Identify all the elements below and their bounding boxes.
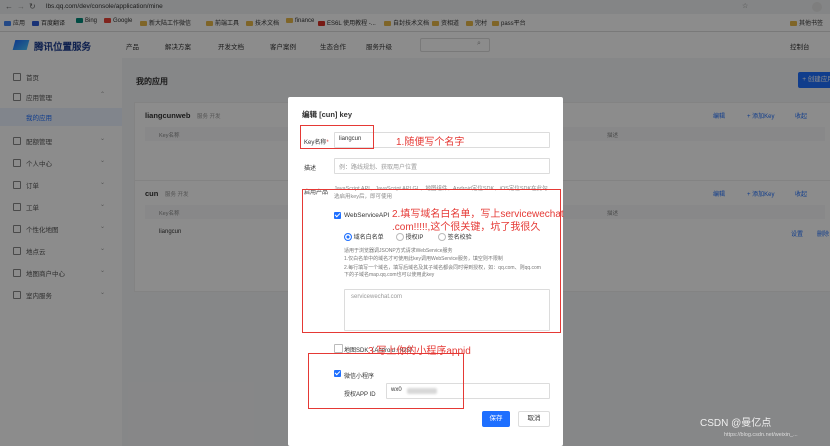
sdk-checkbox[interactable]	[334, 344, 343, 353]
save-button[interactable]: 保存	[482, 411, 510, 427]
annotation-note-1: 1.随便写个名字	[396, 137, 465, 148]
modal-title: 编辑 [cun] key	[302, 110, 353, 119]
annotation-box-3	[308, 353, 464, 409]
watermark: CSDN @曼亿点	[700, 418, 772, 429]
annotation-box-1	[300, 125, 374, 149]
annotation-note-2-line2: .com!!!!!,这个很关键，坑了我很久	[392, 222, 541, 233]
description-label: 描述	[304, 166, 317, 172]
annotation-note-3: 3.写上你的小程序appid	[368, 346, 471, 357]
description-input[interactable]: 例：路线规划、获取用户位置	[334, 158, 550, 174]
edit-key-modal: 编辑 [cun] key Key名称* liangcun 描述 例：路线规划、获…	[288, 97, 564, 446]
checkbox-icon	[334, 344, 343, 353]
cancel-button[interactable]: 取消	[518, 411, 550, 427]
watermark-url: https://blog.csdn.net/weixin_...	[724, 432, 798, 438]
